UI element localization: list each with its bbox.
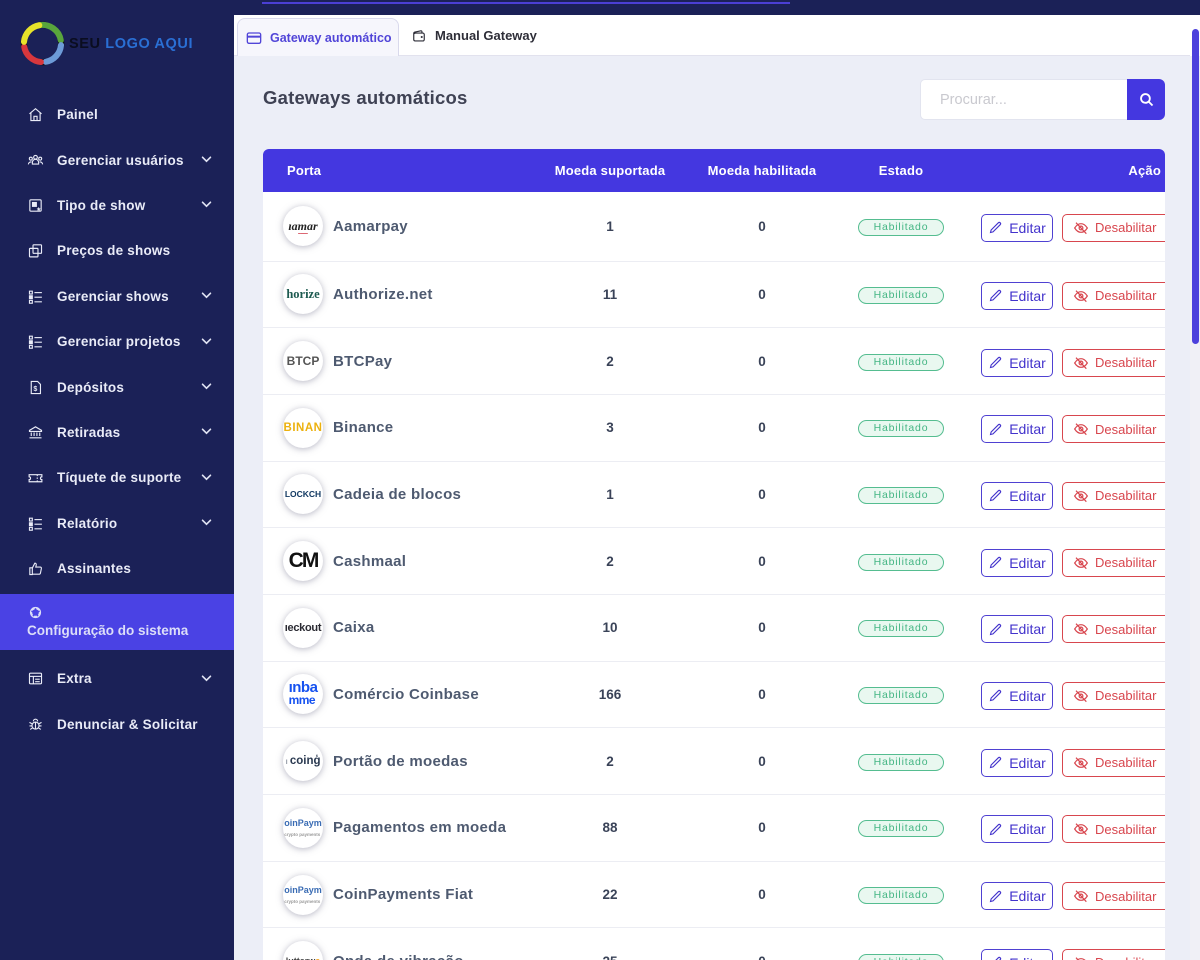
svg-text:$: $ xyxy=(33,385,37,393)
